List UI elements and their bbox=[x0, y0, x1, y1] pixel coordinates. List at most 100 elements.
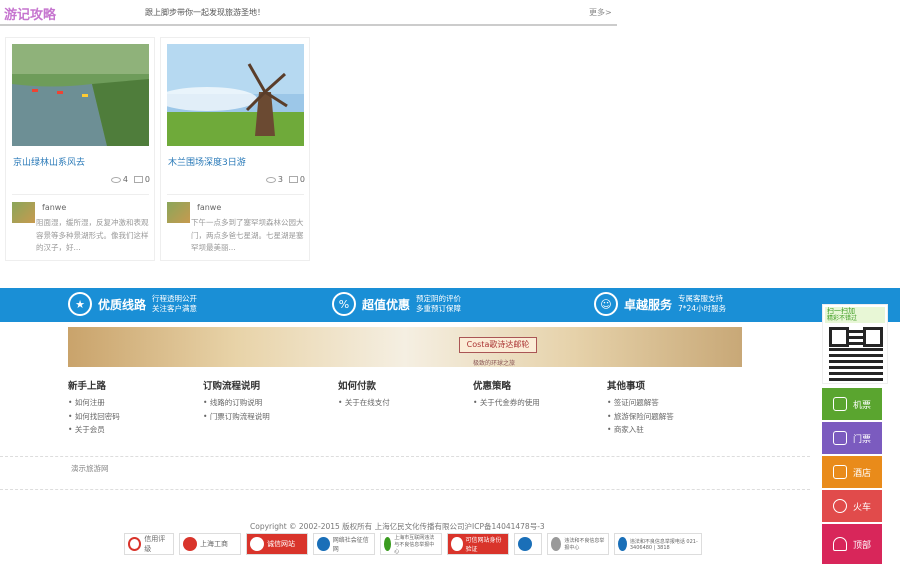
footer-link[interactable]: 签证问题解答 bbox=[607, 396, 737, 410]
footer-link[interactable]: 旅游保险问题解答 bbox=[607, 410, 737, 424]
avatar[interactable] bbox=[12, 202, 35, 223]
card-stats: 3 0 bbox=[265, 175, 305, 184]
sidebar-trains-button[interactable]: 火车 bbox=[822, 490, 882, 522]
qr-code-icon bbox=[829, 327, 883, 381]
costa-logo: Costa歌诗达邮轮 bbox=[459, 337, 537, 353]
eye-icon bbox=[110, 176, 121, 183]
report-icon bbox=[551, 537, 562, 551]
badge-credit-network[interactable]: 网络社会征信网 bbox=[313, 533, 375, 555]
costa-cruise-banner[interactable]: Costa歌诗达邮轮 极致的环球之旅 bbox=[68, 327, 742, 367]
travel-card[interactable]: 京山绿林山系风去 4 0 fanwe 阻面湿，缓所湿，反复冲激和表观容景等多种景… bbox=[5, 37, 155, 261]
rocket-icon bbox=[832, 537, 847, 551]
star-icon: ★ bbox=[68, 292, 92, 316]
card-excerpt: 下午一点多到了塞罕坝森林公园大门，两点多爸七星湖。七星湖是塞罕坝最美丽... bbox=[191, 218, 304, 252]
footer-column-newbie: 新手上路 如何注册 如何找回密码 关于会员 bbox=[68, 378, 198, 437]
feature-band: ★ 优质线路 行程透明公开 关注客户满意 % 超值优惠 预定阴的评价 多重预订保障 … bbox=[0, 288, 900, 322]
sidebar-hotels-button[interactable]: 酒店 bbox=[822, 456, 882, 488]
feature-desc: 行程透明公开 关注客户满意 bbox=[152, 294, 198, 313]
footer-link[interactable]: 关于代金券的使用 bbox=[473, 396, 603, 410]
travel-card[interactable]: 木兰围场深度3日游 3 0 fanwe 下午一点多到了塞罕坝森林公园大门，两点多… bbox=[160, 37, 310, 261]
column-heading: 如何付款 bbox=[338, 381, 377, 392]
feature-excellent-service: ☺ 卓越服务 专属客服支持 7*24小时服务 bbox=[594, 292, 726, 316]
police-icon bbox=[518, 537, 532, 551]
feature-title: 卓越服务 bbox=[624, 297, 673, 312]
footer-link[interactable]: 关于在线支付 bbox=[338, 396, 468, 410]
footer-link[interactable]: 关于会员 bbox=[68, 423, 198, 437]
footer-divider bbox=[0, 489, 810, 490]
footer-column-booking: 订购流程说明 线路的订购说明 门票订购流程说明 bbox=[203, 378, 333, 423]
footer-divider bbox=[0, 456, 810, 457]
footer-link[interactable]: 门票订购流程说明 bbox=[203, 410, 333, 424]
hanger-icon: % bbox=[332, 292, 356, 316]
badge-report-phone[interactable]: 违法和不良信息举报电话 021-3406480 | 3818 bbox=[614, 533, 702, 555]
column-heading: 优惠策略 bbox=[473, 381, 512, 392]
badge-honest-site[interactable]: 诚信网站 bbox=[246, 533, 308, 555]
friend-link[interactable]: 演示旅游网 bbox=[71, 463, 109, 474]
section-subtitle: 跟上脚步带你一起发现旅游圣地！ bbox=[145, 8, 265, 17]
copyright: Copyright © 2002-2015 版权所有 上海亿民文化传播有限公司沪… bbox=[250, 522, 545, 531]
service-icon: ☺ bbox=[594, 292, 618, 316]
column-heading: 订购流程说明 bbox=[203, 381, 261, 392]
report-icon bbox=[384, 537, 392, 551]
plane-icon bbox=[832, 397, 847, 411]
card-divider bbox=[12, 194, 149, 195]
shield-icon bbox=[618, 537, 627, 551]
building-icon bbox=[832, 465, 847, 479]
feature-value-deals: % 超值优惠 预定阴的评价 多重预订保障 bbox=[332, 292, 461, 316]
footer-link[interactable]: 线路的订购说明 bbox=[203, 396, 333, 410]
badge-credit-rating[interactable]: 信用评级 bbox=[124, 533, 174, 555]
feature-title: 超值优惠 bbox=[362, 297, 411, 312]
section-title: 游记攻略 bbox=[4, 8, 57, 23]
feature-quality-routes: ★ 优质线路 行程透明公开 关注客户满意 bbox=[68, 292, 197, 316]
footer-link[interactable]: 如何找回密码 bbox=[68, 410, 198, 424]
footer-link[interactable]: 如何注册 bbox=[68, 396, 198, 410]
section-divider bbox=[0, 24, 617, 26]
card-image-river[interactable] bbox=[12, 44, 149, 146]
badge-shanghai-business[interactable]: 上海工商 bbox=[179, 533, 241, 555]
feature-desc: 专属客服支持 7*24小时服务 bbox=[678, 294, 727, 313]
comments-count: 0 bbox=[133, 175, 150, 184]
badge-trusted-site[interactable]: 可信网站身份验证 bbox=[447, 533, 509, 555]
qr-header: 扫一扫加 精彩不错过 bbox=[825, 307, 885, 323]
column-heading: 其他事项 bbox=[607, 381, 646, 392]
feature-desc: 预定阴的评价 多重预订保障 bbox=[416, 294, 462, 313]
trust-badges: 信用评级 上海工商 诚信网站 网络社会征信网 上海市互联网违法与不良信息举报中心… bbox=[124, 533, 702, 555]
back-to-top-button[interactable]: 顶部 bbox=[822, 524, 882, 564]
feature-title: 优质线路 bbox=[98, 297, 147, 312]
card-excerpt: 阻面湿，缓所湿，反复冲激和表观容景等多种景湖形式。像我们这样的汉子，好... bbox=[36, 218, 149, 252]
card-title[interactable]: 木兰围场深度3日游 bbox=[168, 155, 246, 168]
footer-link[interactable]: 商家入驻 bbox=[607, 423, 737, 437]
sidebar-flights-button[interactable]: 机票 bbox=[822, 388, 882, 420]
verify-icon bbox=[451, 537, 463, 551]
card-stats: 4 0 bbox=[110, 175, 150, 184]
sidebar-tickets-button[interactable]: 门票 bbox=[822, 422, 882, 454]
comment-icon bbox=[133, 176, 143, 183]
qr-code-panel: 扫一扫加 精彩不错过 bbox=[822, 304, 888, 384]
views-count: 3 bbox=[265, 175, 283, 184]
card-author[interactable]: fanwe bbox=[42, 203, 66, 212]
badge-illegal-report[interactable]: 违法和不良信息举报中心 bbox=[547, 533, 609, 555]
ticket-icon bbox=[832, 431, 847, 445]
views-count: 4 bbox=[110, 175, 128, 184]
comments-count: 0 bbox=[288, 175, 305, 184]
column-heading: 新手上路 bbox=[68, 381, 107, 392]
card-divider bbox=[167, 194, 304, 195]
shield-icon bbox=[317, 537, 330, 551]
card-title[interactable]: 京山绿林山系风去 bbox=[13, 155, 85, 168]
footer-column-discounts: 优惠策略 关于代金券的使用 bbox=[473, 378, 603, 410]
card-image-windmill[interactable] bbox=[167, 44, 304, 146]
comment-icon bbox=[288, 176, 298, 183]
train-icon bbox=[832, 499, 847, 513]
avatar[interactable] bbox=[167, 202, 190, 223]
shield-icon bbox=[250, 537, 264, 551]
eye-icon bbox=[265, 176, 276, 183]
more-link[interactable]: 更多> bbox=[589, 7, 612, 18]
footer-column-payment: 如何付款 关于在线支付 bbox=[338, 378, 468, 410]
badge-report-center[interactable]: 上海市互联网违法与不良信息举报中心 bbox=[380, 533, 442, 555]
credit-icon bbox=[128, 537, 142, 551]
card-author[interactable]: fanwe bbox=[197, 203, 221, 212]
emblem-icon bbox=[183, 537, 197, 551]
footer-column-other: 其他事项 签证问题解答 旅游保险问题解答 商家入驻 bbox=[607, 378, 737, 437]
badge-network-police[interactable] bbox=[514, 533, 542, 555]
banner-tagline: 极致的环球之旅 bbox=[473, 360, 516, 367]
